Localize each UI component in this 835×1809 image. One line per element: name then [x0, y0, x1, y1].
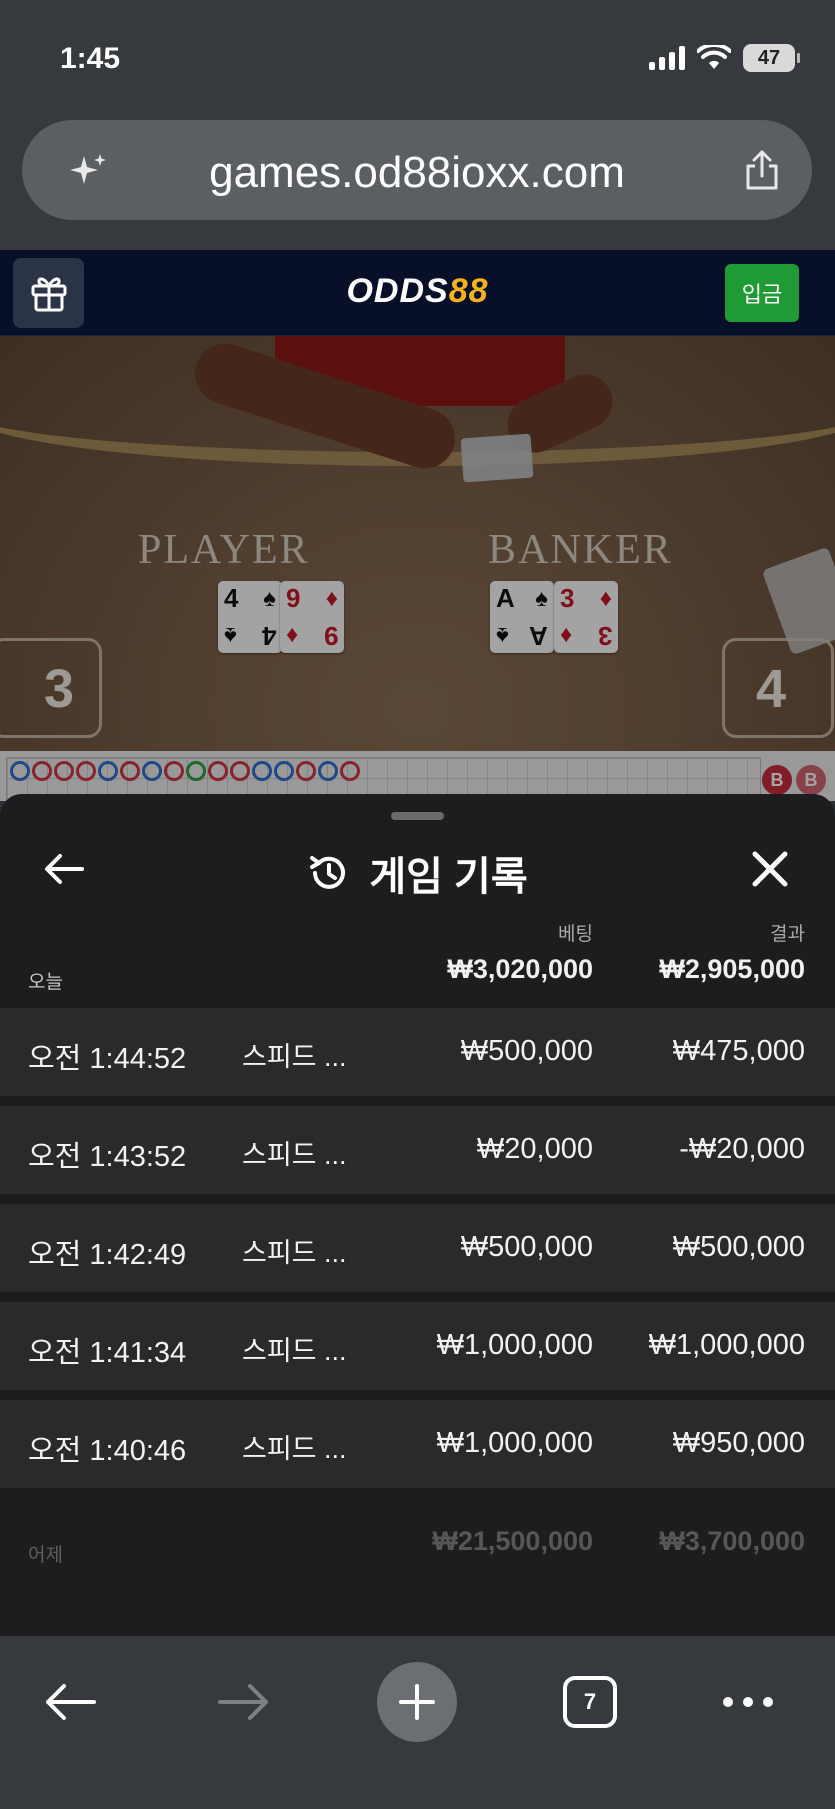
- yesterday-label: 어제: [28, 1545, 63, 1566]
- history-icon: [310, 856, 346, 889]
- battery-indicator: 47: [743, 44, 800, 72]
- wifi-icon: [697, 45, 731, 69]
- yesterday-bet-total: ₩21,500,000: [432, 1526, 593, 1556]
- back-arrow-icon: [46, 1684, 96, 1720]
- browser-back-button[interactable]: [40, 1662, 100, 1742]
- row-game: 스피드 ...: [242, 1238, 347, 1268]
- plus-icon: [399, 1684, 435, 1720]
- status-indicators: 47: [649, 44, 800, 72]
- logo-text: ODDS: [346, 272, 449, 310]
- today-bet-total: ₩3,020,000: [447, 954, 593, 984]
- row-bet: ₩500,000: [460, 1035, 593, 1067]
- row-time: 오전 1:43:52: [28, 1141, 187, 1173]
- browser-address-area: games.od88ioxx.com: [0, 110, 835, 250]
- row-game: 스피드 ...: [242, 1140, 347, 1170]
- row-time: 오전 1:40:46: [28, 1435, 187, 1467]
- table-row[interactable]: 오전 1:44:52 스피드 ... ₩500,000 ₩475,000: [0, 1008, 835, 1096]
- deposit-button[interactable]: 입금: [725, 264, 799, 322]
- more-menu-button[interactable]: [718, 1662, 778, 1742]
- status-time: 1:45: [60, 42, 121, 75]
- table-row[interactable]: 오전 1:43:52 스피드 ... ₩20,000 -₩20,000: [0, 1106, 835, 1194]
- browser-forward-button[interactable]: [214, 1662, 274, 1742]
- game-history-sheet: 게임 기록 베팅 결과 오늘 ₩3,020,000 ₩2,905,000 오전 …: [0, 794, 835, 1636]
- url-text: games.od88ioxx.com: [209, 148, 625, 197]
- site-logo[interactable]: ODDS88: [0, 272, 835, 311]
- row-game: 스피드 ...: [242, 1434, 347, 1464]
- share-icon[interactable]: [742, 148, 782, 192]
- table-row[interactable]: 오전 1:42:49 스피드 ... ₩500,000 ₩500,000: [0, 1204, 835, 1292]
- more-dots-icon: [723, 1697, 773, 1707]
- site-header: ODDS88 입금: [0, 250, 835, 336]
- row-game: 스피드 ...: [242, 1336, 347, 1366]
- address-bar[interactable]: games.od88ioxx.com: [22, 120, 812, 220]
- table-row[interactable]: 오전 1:40:46 스피드 ... ₩1,000,000 ₩950,000: [0, 1400, 835, 1488]
- close-icon[interactable]: [745, 844, 795, 894]
- row-bet: ₩500,000: [460, 1231, 593, 1263]
- result-column-header: 결과: [770, 924, 805, 945]
- status-bar: 1:45 47: [0, 0, 835, 110]
- row-result: ₩475,000: [672, 1035, 805, 1067]
- row-result: ₩500,000: [672, 1231, 805, 1263]
- row-game: 스피드 ...: [242, 1042, 347, 1072]
- logo-number: 88: [448, 272, 489, 310]
- browser-toolbar: 7: [0, 1636, 835, 1809]
- yesterday-result-total: ₩3,700,000: [659, 1526, 805, 1556]
- row-bet: ₩20,000: [476, 1133, 593, 1165]
- forward-arrow-icon: [218, 1684, 268, 1720]
- row-bet: ₩1,000,000: [436, 1427, 593, 1459]
- tab-count: 7: [563, 1676, 617, 1728]
- row-result: -₩20,000: [679, 1133, 805, 1165]
- sheet-header: 게임 기록: [0, 844, 835, 902]
- tabs-button[interactable]: 7: [563, 1676, 617, 1728]
- dim-overlay: [0, 336, 835, 801]
- sheet-drag-handle[interactable]: [391, 812, 444, 820]
- row-result: ₩1,000,000: [648, 1329, 805, 1361]
- battery-level: 47: [757, 46, 781, 69]
- new-tab-button[interactable]: [377, 1662, 457, 1742]
- cellular-signal-icon: [649, 46, 685, 70]
- row-time: 오전 1:44:52: [28, 1043, 187, 1075]
- sheet-title: 게임 기록: [369, 855, 528, 899]
- bet-column-header: 베팅: [558, 924, 593, 945]
- row-time: 오전 1:42:49: [28, 1239, 187, 1271]
- row-bet: ₩1,000,000: [436, 1329, 593, 1361]
- today-label: 오늘: [28, 972, 63, 993]
- row-time: 오전 1:41:34: [28, 1337, 187, 1369]
- table-row[interactable]: 오전 1:41:34 스피드 ... ₩1,000,000 ₩1,000,000: [0, 1302, 835, 1390]
- today-result-total: ₩2,905,000: [659, 954, 805, 984]
- row-result: ₩950,000: [672, 1427, 805, 1459]
